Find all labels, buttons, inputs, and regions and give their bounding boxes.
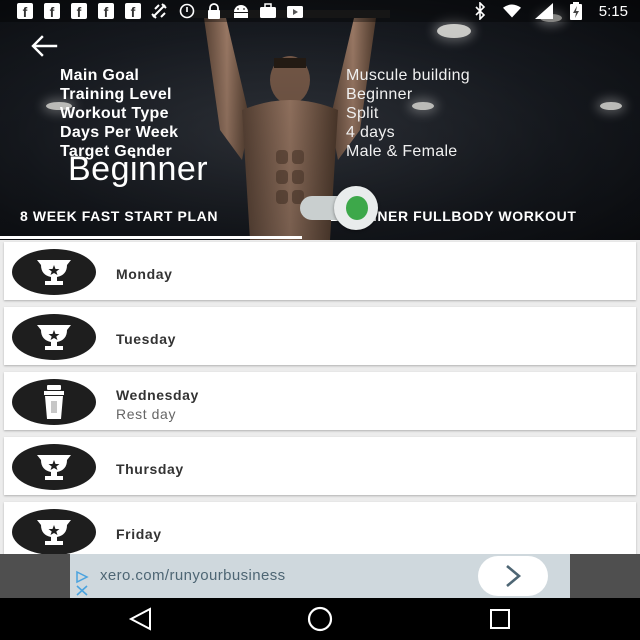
facebook-icon: f [16,3,34,19]
info-label: Days Per Week [60,123,179,141]
day-list: Monday Tuesday Wednesday Rest day Thursd… [0,240,640,554]
info-value: Male & Female [346,142,458,160]
day-title: Monday [116,266,173,282]
status-bar: f f f f f 5:15 [0,0,640,22]
day-title: Tuesday [116,331,176,347]
day-title: Thursday [116,461,184,477]
facebook-icon: f [43,3,61,19]
day-title: Wednesday [116,387,199,403]
nav-back-icon[interactable] [126,606,156,632]
day-card-tuesday[interactable]: Tuesday [4,307,636,365]
nav-home-icon[interactable] [305,606,335,632]
trophy-icon [12,314,96,360]
toggle-knob [334,186,378,230]
tab-8-week-fast-start-plan[interactable]: 8 WEEK FAST START PLAN [20,208,218,224]
info-row-days-per-week: Days Per Week 4 days [60,123,470,142]
trophy-icon [12,249,96,295]
day-subtitle: Rest day [116,406,177,422]
info-value: 4 days [346,123,395,141]
plan-info: Main Goal Muscule building Training Leve… [60,66,470,161]
ad-choices-icon[interactable] [74,570,90,596]
fitness-icon [151,3,169,19]
info-value: Split [346,104,379,122]
info-label: Workout Type [60,104,169,122]
day-title: Friday [116,526,162,542]
cell-signal-icon [534,3,553,19]
facebook-icon: f [97,3,115,19]
trophy-icon [12,444,96,490]
info-row-workout-type: Workout Type Split [60,104,470,123]
info-value: Muscule building [346,66,470,84]
trophy-icon [12,509,96,554]
ad-banner[interactable]: xero.com/runyourbusiness [0,554,640,598]
ad-open-button[interactable] [478,556,548,596]
info-value: Beginner [346,85,413,103]
facebook-icon: f [124,3,142,19]
clock: 5:15 [598,2,628,20]
alarm-icon [178,3,196,19]
wifi-icon [502,3,521,19]
ad-url[interactable]: xero.com/runyourbusiness [100,567,286,584]
briefcase-icon [259,3,277,19]
shaker-bottle-icon [12,379,96,425]
lock-icon [205,3,223,19]
info-row-main-goal: Main Goal Muscule building [60,66,470,85]
plan-toggle-switch[interactable] [300,186,382,232]
day-card-thursday[interactable]: Thursday [4,437,636,495]
back-arrow-icon[interactable] [30,34,58,58]
battery-icon [567,2,585,20]
android-icon [232,3,250,19]
play-store-icon [286,3,304,19]
level-title: Beginner [68,150,209,188]
system-nav-bar [0,598,640,640]
nav-recents-icon[interactable] [485,606,515,632]
day-card-friday[interactable]: Friday [4,502,636,554]
info-label: Training Level [60,85,172,103]
chevron-right-icon [506,565,522,587]
info-row-training-level: Training Level Beginner [60,85,470,104]
tab-indicator [0,236,302,239]
bluetooth-icon [471,2,489,20]
day-card-wednesday[interactable]: Wednesday Rest day [4,372,636,430]
day-card-monday[interactable]: Monday [4,242,636,300]
facebook-icon: f [70,3,88,19]
info-label: Main Goal [60,66,140,84]
ad-content[interactable]: xero.com/runyourbusiness [70,554,570,598]
toggle-indicator-dot [346,196,368,220]
